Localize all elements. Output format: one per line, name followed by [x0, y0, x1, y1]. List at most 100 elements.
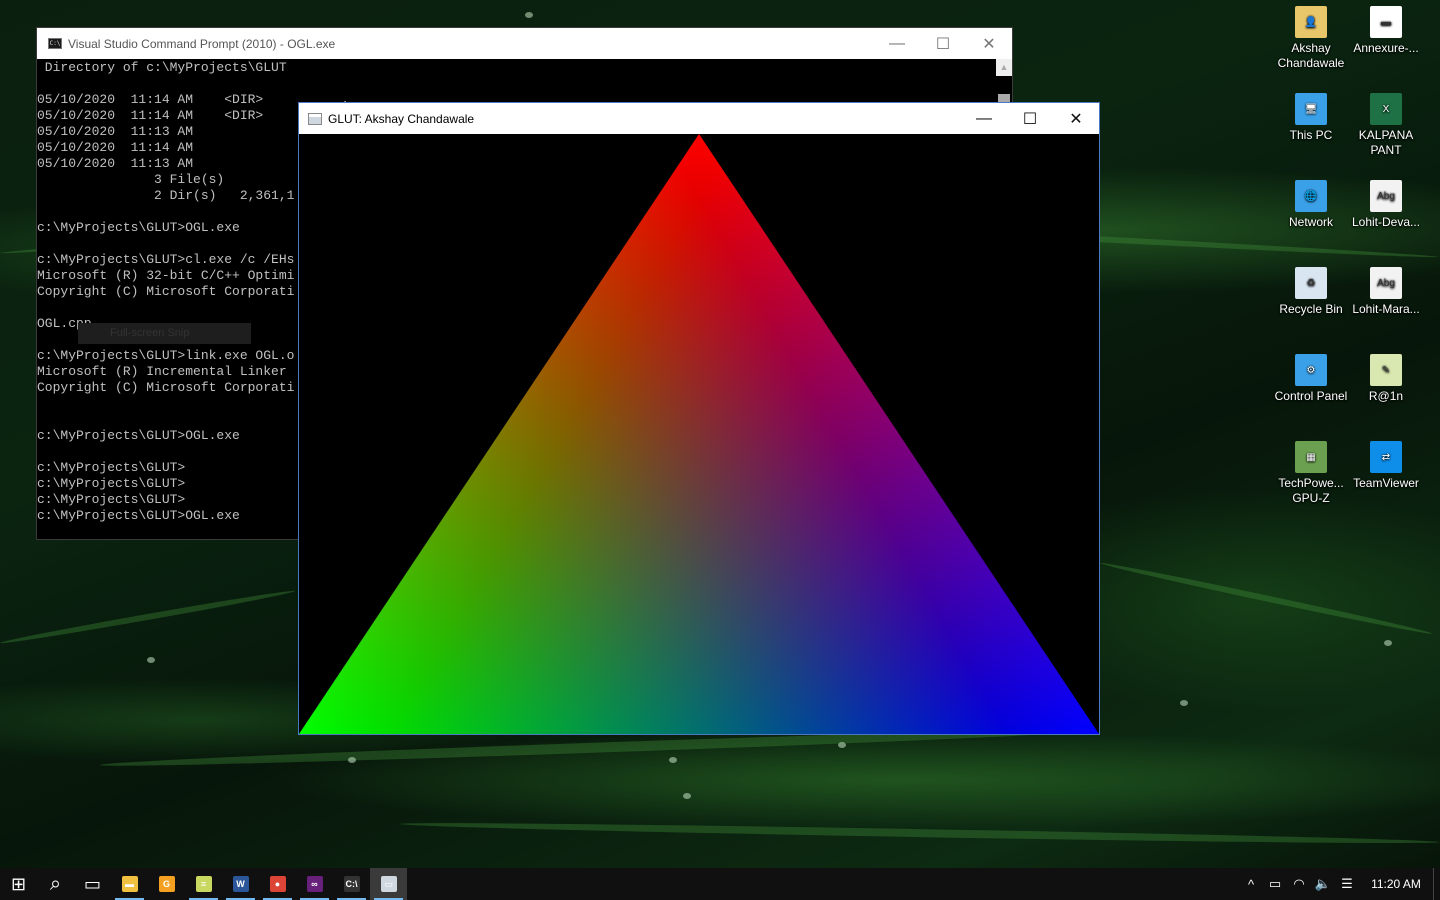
desktop-icon-glyph-icon: ⚙ — [1295, 354, 1327, 386]
search-icon: ⌕ — [49, 872, 62, 895]
opengl-canvas[interactable] — [299, 134, 1099, 734]
visual-studio-icon: ∞ — [306, 876, 323, 892]
command-prompt-icon: C:\ — [343, 876, 360, 892]
task-view-icon: ▭ — [83, 873, 101, 894]
battery-icon[interactable]: ▭ — [1263, 868, 1287, 900]
desktop-icon-network[interactable]: 🌐 Network — [1274, 180, 1348, 230]
search-button[interactable]: ⌕ — [37, 868, 74, 900]
desktop-icon-annexure[interactable]: ▬ Annexure-... — [1349, 6, 1423, 56]
desktop-icon-label: Recycle Bin — [1279, 302, 1343, 316]
desktop-icon-techpowe-gpu-z[interactable]: ▦ TechPowe... GPU-Z — [1274, 441, 1348, 506]
desktop-icon-glyph-icon: ♻ — [1295, 267, 1327, 299]
glut-close-button[interactable]: ✕ — [1053, 103, 1099, 134]
show-desktop-button[interactable] — [1433, 868, 1440, 900]
desktop-icon-glyph-icon: 🖥 — [1295, 93, 1327, 125]
word-icon: W — [232, 876, 249, 892]
scroll-up-arrow-icon[interactable]: ▲ — [996, 59, 1012, 76]
desktop-icon-glyph-icon: X — [1370, 93, 1402, 125]
triangle-blue-layer — [299, 134, 1099, 734]
desktop-icon-label: Network — [1288, 215, 1333, 229]
glut-window-title: GLUT: Akshay Chandawale — [328, 111, 475, 126]
google-slides-icon: G — [158, 876, 175, 892]
desktop-icon-teamviewer[interactable]: ⇄ TeamViewer — [1349, 441, 1423, 491]
taskbar-word-button[interactable]: W — [222, 868, 259, 900]
taskbar-file-explorer-button[interactable]: ▬ — [111, 868, 148, 900]
cmd-close-button[interactable]: ✕ — [966, 28, 1012, 59]
desktop-icon-glyph-icon: ▬ — [1370, 6, 1402, 38]
desktop-icon-glyph-icon: Abg — [1370, 180, 1402, 212]
show-hidden-icons-chevron-icon[interactable]: ^ — [1239, 868, 1263, 900]
desktop-icon-glyph-icon: 👤 — [1295, 6, 1327, 38]
cmd-window-title: Visual Studio Command Prompt (2010) - OG… — [68, 36, 336, 51]
desktop-icon-label: TechPowe... GPU-Z — [1278, 476, 1344, 505]
taskbar-visual-studio-button[interactable]: ∞ — [296, 868, 333, 900]
system-tray: ^ ▭ ◠ 🔈 ☰ 11:20 AM — [1239, 868, 1440, 900]
water-drop — [838, 742, 846, 748]
scroll-thumb[interactable] — [998, 94, 1010, 102]
desktop-icon-lohit-deva[interactable]: Abg Lohit-Deva... — [1349, 180, 1423, 230]
desktop-icon-label: Annexure-... — [1353, 41, 1419, 55]
cmd-titlebar[interactable]: C:\ Visual Studio Command Prompt (2010) … — [37, 28, 1012, 59]
glut-titlebar[interactable]: GLUT: Akshay Chandawale — ☐ ✕ — [299, 103, 1099, 134]
water-drop — [348, 757, 356, 763]
glut-maximize-button[interactable]: ☐ — [1007, 103, 1053, 134]
water-drop — [147, 657, 155, 663]
wifi-icon[interactable]: ◠ — [1287, 868, 1311, 900]
notepad-icon: ≡ — [195, 876, 212, 892]
desktop-icon-control-panel[interactable]: ⚙ Control Panel — [1274, 354, 1348, 404]
taskbar: ⊞ ⌕ ▭ ▬ G ≡ W ● ∞ C:\ ▭ ^ ▭ ◠ 🔈 ☰ 11:20 AM — [0, 868, 1440, 900]
taskbar-apps: ▬ G ≡ W ● ∞ C:\ ▭ — [111, 868, 407, 900]
water-drop — [683, 793, 691, 799]
desktop-icon-glyph-icon: 🌐 — [1295, 180, 1327, 212]
chrome-icon: ● — [269, 876, 286, 892]
grass-blade — [399, 820, 1440, 847]
desktop-icon-label: Lohit-Deva... — [1351, 215, 1421, 229]
task-view-button[interactable]: ▭ — [74, 868, 111, 900]
desktop-icon-label: Control Panel — [1274, 389, 1348, 403]
taskbar-chrome-button[interactable]: ● — [259, 868, 296, 900]
desktop-icon-glyph-icon: ✎ — [1370, 354, 1402, 386]
desktop-icon-glyph-icon: ▦ — [1295, 441, 1327, 473]
file-explorer-icon: ▬ — [121, 876, 138, 892]
volume-icon[interactable]: 🔈 — [1311, 868, 1335, 900]
snip-tooltip: Full-screen Snip — [78, 323, 251, 344]
desktop-icon-glyph-icon: Abg — [1370, 267, 1402, 299]
desktop-icon-lohit-mara[interactable]: Abg Lohit-Mara... — [1349, 267, 1423, 317]
desktop-icon-kalpana-pant[interactable]: X KALPANA PANT — [1349, 93, 1423, 158]
grass-blade — [0, 587, 296, 646]
desktop-icon-label: This PC — [1289, 128, 1333, 142]
glut-app-icon — [308, 112, 322, 125]
notification-icon[interactable]: ☰ — [1335, 868, 1359, 900]
water-drop — [669, 757, 677, 763]
clock[interactable]: 11:20 AM — [1359, 877, 1433, 891]
water-drop — [1180, 700, 1188, 706]
windows-logo-icon: ⊞ — [10, 873, 27, 894]
taskbar-google-slides-button[interactable]: G — [148, 868, 185, 900]
desktop-icon-label: TeamViewer — [1353, 476, 1419, 490]
start-button[interactable]: ⊞ — [0, 868, 37, 900]
glut-app-icon: ▭ — [380, 876, 397, 892]
desktop-icon-label: KALPANA PANT — [1358, 128, 1414, 157]
desktop-icon-label: Lohit-Mara... — [1352, 302, 1420, 316]
cmd-maximize-button[interactable]: ☐ — [920, 28, 966, 59]
taskbar-glut-app-button[interactable]: ▭ — [370, 868, 407, 900]
glut-minimize-button[interactable]: — — [961, 103, 1007, 134]
desktop-icon-recycle-bin[interactable]: ♻ Recycle Bin — [1274, 267, 1348, 317]
taskbar-notepad-button[interactable]: ≡ — [185, 868, 222, 900]
console-line: Directory of c:\MyProjects\GLUT — [37, 60, 287, 75]
rgb-gradient-triangle — [299, 134, 1099, 734]
desktop-icon-label: Akshay Chandawale — [1277, 41, 1345, 70]
taskbar-command-prompt-button[interactable]: C:\ — [333, 868, 370, 900]
desktop-icon-this-pc[interactable]: 🖥 This PC — [1274, 93, 1348, 143]
desktop-icon-akshay-chandawale[interactable]: 👤 Akshay Chandawale — [1274, 6, 1348, 71]
water-drop — [525, 12, 533, 18]
cmd-minimize-button[interactable]: — — [874, 28, 920, 59]
desktop-icon-r-1n[interactable]: ✎ R@1n — [1349, 354, 1423, 404]
grass-blade — [1099, 560, 1434, 637]
desktop-icon-label: R@1n — [1368, 389, 1404, 403]
desktop-icon-glyph-icon: ⇄ — [1370, 441, 1402, 473]
glut-window[interactable]: GLUT: Akshay Chandawale — ☐ ✕ — [298, 102, 1100, 735]
cmd-icon: C:\ — [48, 38, 62, 49]
water-drop — [1384, 640, 1392, 646]
